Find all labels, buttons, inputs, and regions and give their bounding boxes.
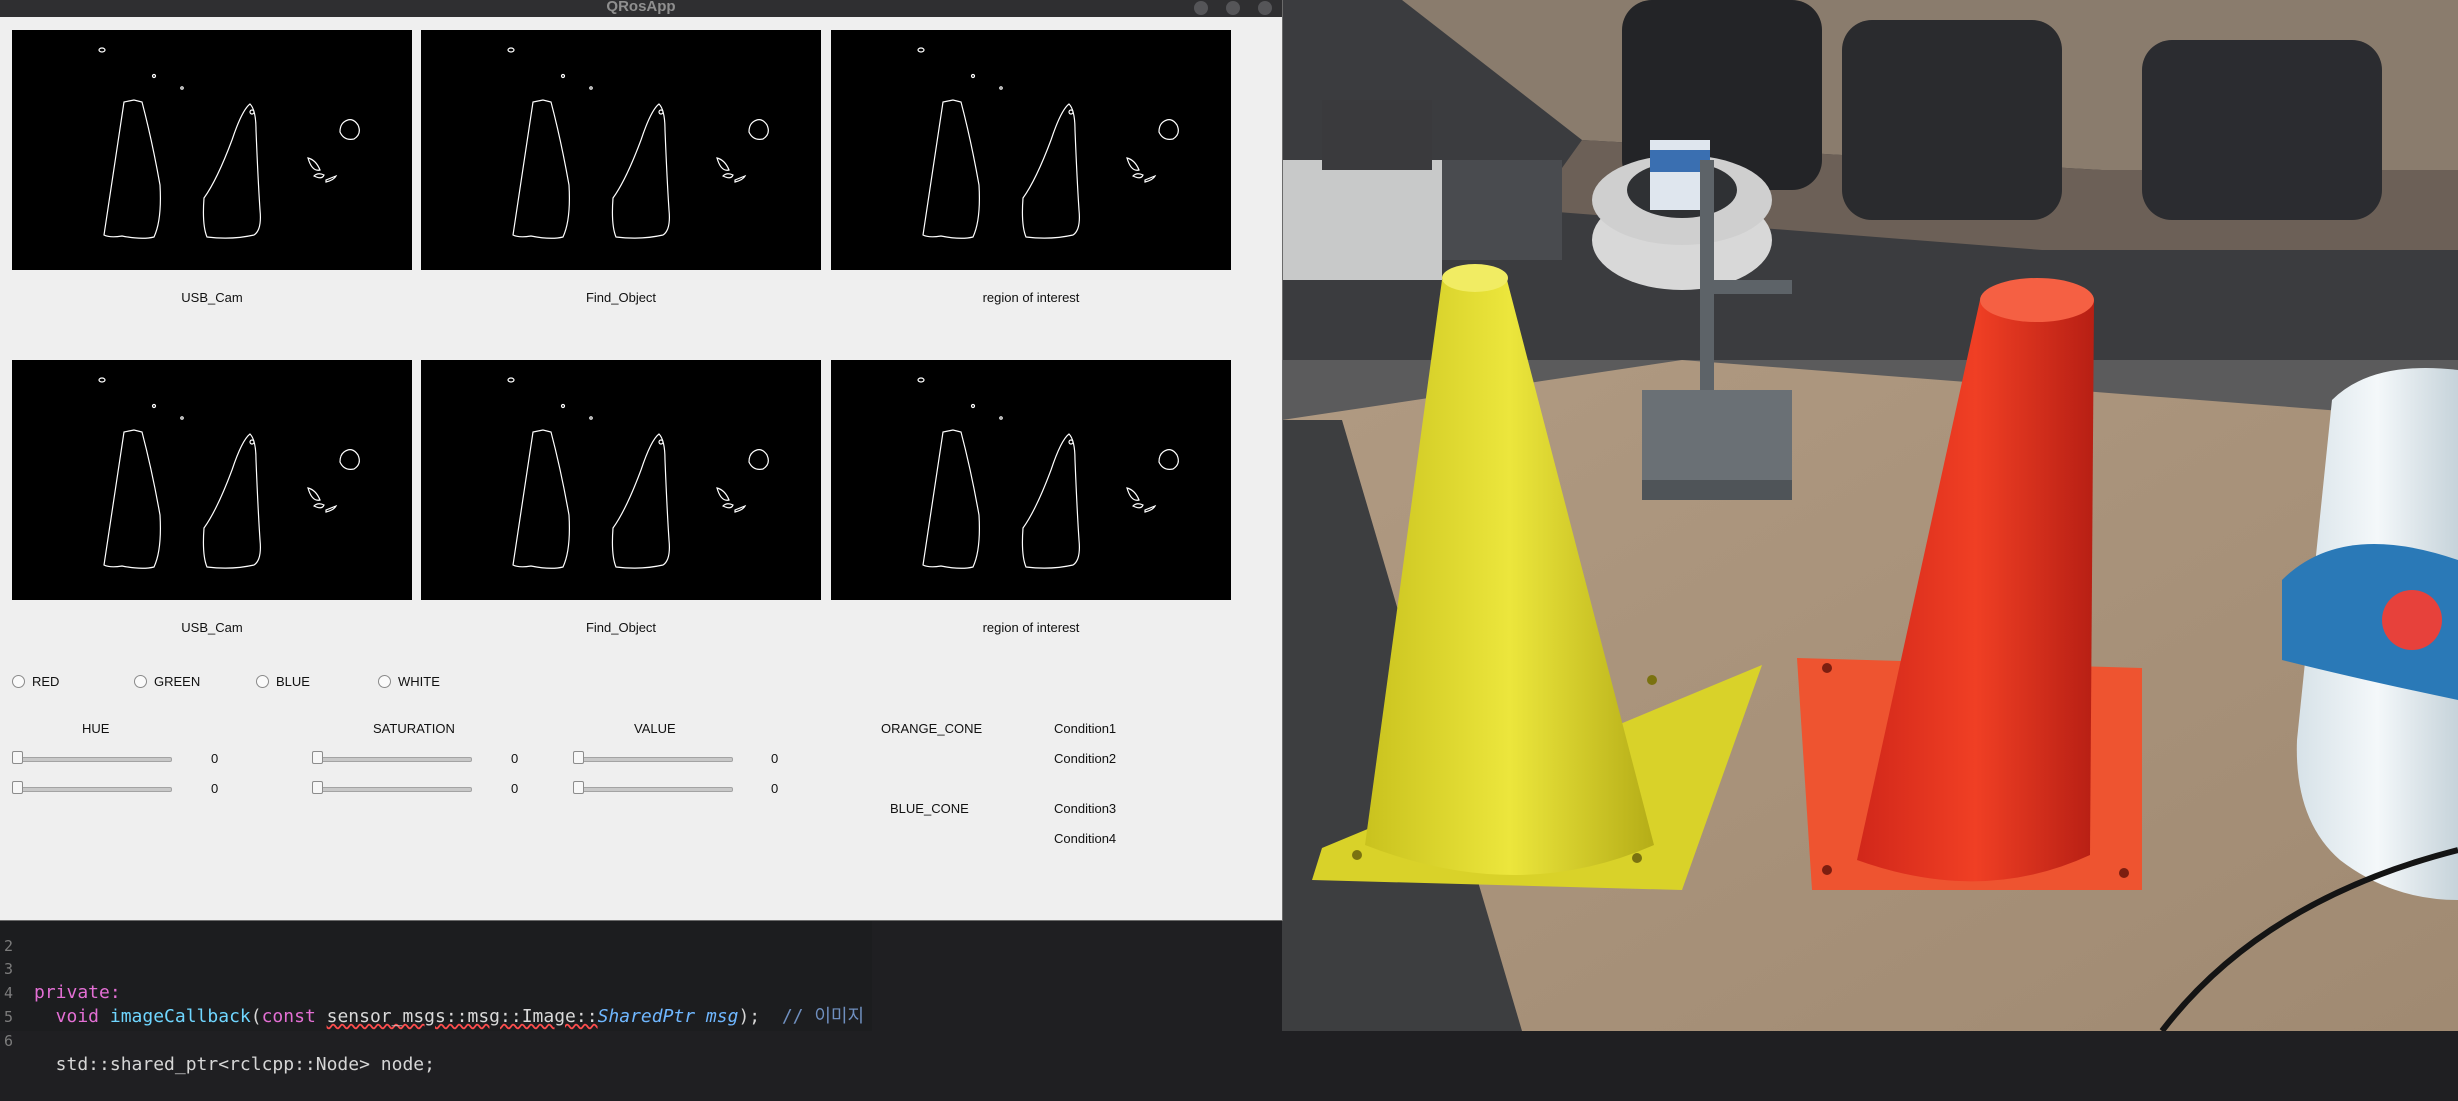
saturation-label: SATURATION <box>373 721 455 736</box>
slider-groove[interactable] <box>573 757 733 762</box>
editor-line: 5 <box>0 981 43 1026</box>
minimize-button[interactable] <box>1194 1 1208 15</box>
edge-image <box>917 47 1179 239</box>
slider-handle[interactable] <box>12 751 23 764</box>
radio-red[interactable]: RED <box>12 674 59 689</box>
orange-cone-label: ORANGE_CONE <box>881 721 983 736</box>
qrosapp-window: QRosApp USB_Cam Find_Object region of in… <box>0 0 1282 920</box>
slider-handle[interactable] <box>12 781 23 794</box>
value-value-high: 0 <box>771 781 779 796</box>
close-button[interactable] <box>1258 1 1272 15</box>
radio-label: RED <box>32 674 60 689</box>
radio-label: BLUE <box>276 674 310 689</box>
window-titlebar[interactable]: QRosApp <box>0 0 1282 17</box>
saturation-value-high: 0 <box>511 781 519 796</box>
editor-code: void imageCallback(const sensor_msgs::ms… <box>34 1006 865 1027</box>
maximize-button[interactable] <box>1226 1 1240 15</box>
editor-code: private: <box>34 982 121 1003</box>
radio-label: WHITE <box>398 674 440 689</box>
line-number: 6 <box>4 1032 14 1050</box>
slider-handle[interactable] <box>312 781 323 794</box>
value-slider-low[interactable] <box>573 751 733 765</box>
slider-groove[interactable] <box>12 757 172 762</box>
condition-label: Condition1 <box>1054 721 1117 736</box>
radio-indicator[interactable] <box>256 675 269 688</box>
camera-background-image <box>1282 0 2458 1031</box>
code-editor-background: 2 3 private: 4 void imageCallback(const … <box>0 918 872 1075</box>
slider-handle[interactable] <box>312 751 323 764</box>
radio-green[interactable]: GREEN <box>134 674 200 689</box>
editor-code: std::shared_ptr<rclcpp::Node> node; <box>34 1054 435 1075</box>
editor-line: 4 void imageCallback(const sensor_msgs::… <box>0 957 864 1027</box>
window-title: QRosApp <box>606 0 676 15</box>
saturation-value-low: 0 <box>511 751 519 766</box>
pane-label: USB_Cam <box>181 290 243 305</box>
saturation-slider-low[interactable] <box>312 751 472 765</box>
radio-blue[interactable]: BLUE <box>256 674 310 689</box>
editor-line: 3 private: <box>0 933 121 1003</box>
radio-white[interactable]: WHITE <box>378 674 440 689</box>
slider-groove[interactable] <box>12 787 172 792</box>
value-slider-high[interactable] <box>573 781 733 795</box>
pane-label: USB_Cam <box>181 620 243 635</box>
radio-indicator[interactable] <box>12 675 25 688</box>
pane-label: Find_Object <box>585 620 657 635</box>
hue-slider-low[interactable] <box>12 751 172 765</box>
edge-image <box>917 377 1179 569</box>
hue-value-low: 0 <box>211 751 219 766</box>
condition-label: Condition3 <box>1054 801 1117 816</box>
radio-indicator[interactable] <box>378 675 391 688</box>
usb-cam-view <box>12 30 412 270</box>
value-value-low: 0 <box>771 751 779 766</box>
radio-label: GREEN <box>154 674 201 689</box>
blue-cone-label: BLUE_CONE <box>890 801 969 816</box>
editor-line: 6 std::shared_ptr<rclcpp::Node> node; <box>0 1005 435 1075</box>
edge-image <box>507 47 769 239</box>
slider-handle[interactable] <box>573 751 584 764</box>
edge-image <box>98 47 360 239</box>
condition-label: Condition4 <box>1054 831 1117 846</box>
usb-cam-view <box>12 360 412 600</box>
pane-label: region of interest <box>982 620 1080 635</box>
edge-image <box>98 377 360 569</box>
slider-groove[interactable] <box>312 787 472 792</box>
slider-handle[interactable] <box>573 781 584 794</box>
hue-slider-high[interactable] <box>12 781 172 795</box>
find-object-view <box>421 30 821 270</box>
pane-label: region of interest <box>982 290 1080 305</box>
value-label: VALUE <box>634 721 676 736</box>
slider-groove[interactable] <box>312 757 472 762</box>
edge-image <box>507 377 769 569</box>
slider-groove[interactable] <box>573 787 733 792</box>
find-object-view <box>421 360 821 600</box>
pane-label: Find_Object <box>585 290 657 305</box>
condition-label: Condition2 <box>1054 751 1117 766</box>
region-of-interest-view <box>831 30 1231 270</box>
saturation-slider-high[interactable] <box>312 781 472 795</box>
hue-label: HUE <box>82 721 110 736</box>
radio-indicator[interactable] <box>134 675 147 688</box>
region-of-interest-view <box>831 360 1231 600</box>
hue-value-high: 0 <box>211 781 219 796</box>
